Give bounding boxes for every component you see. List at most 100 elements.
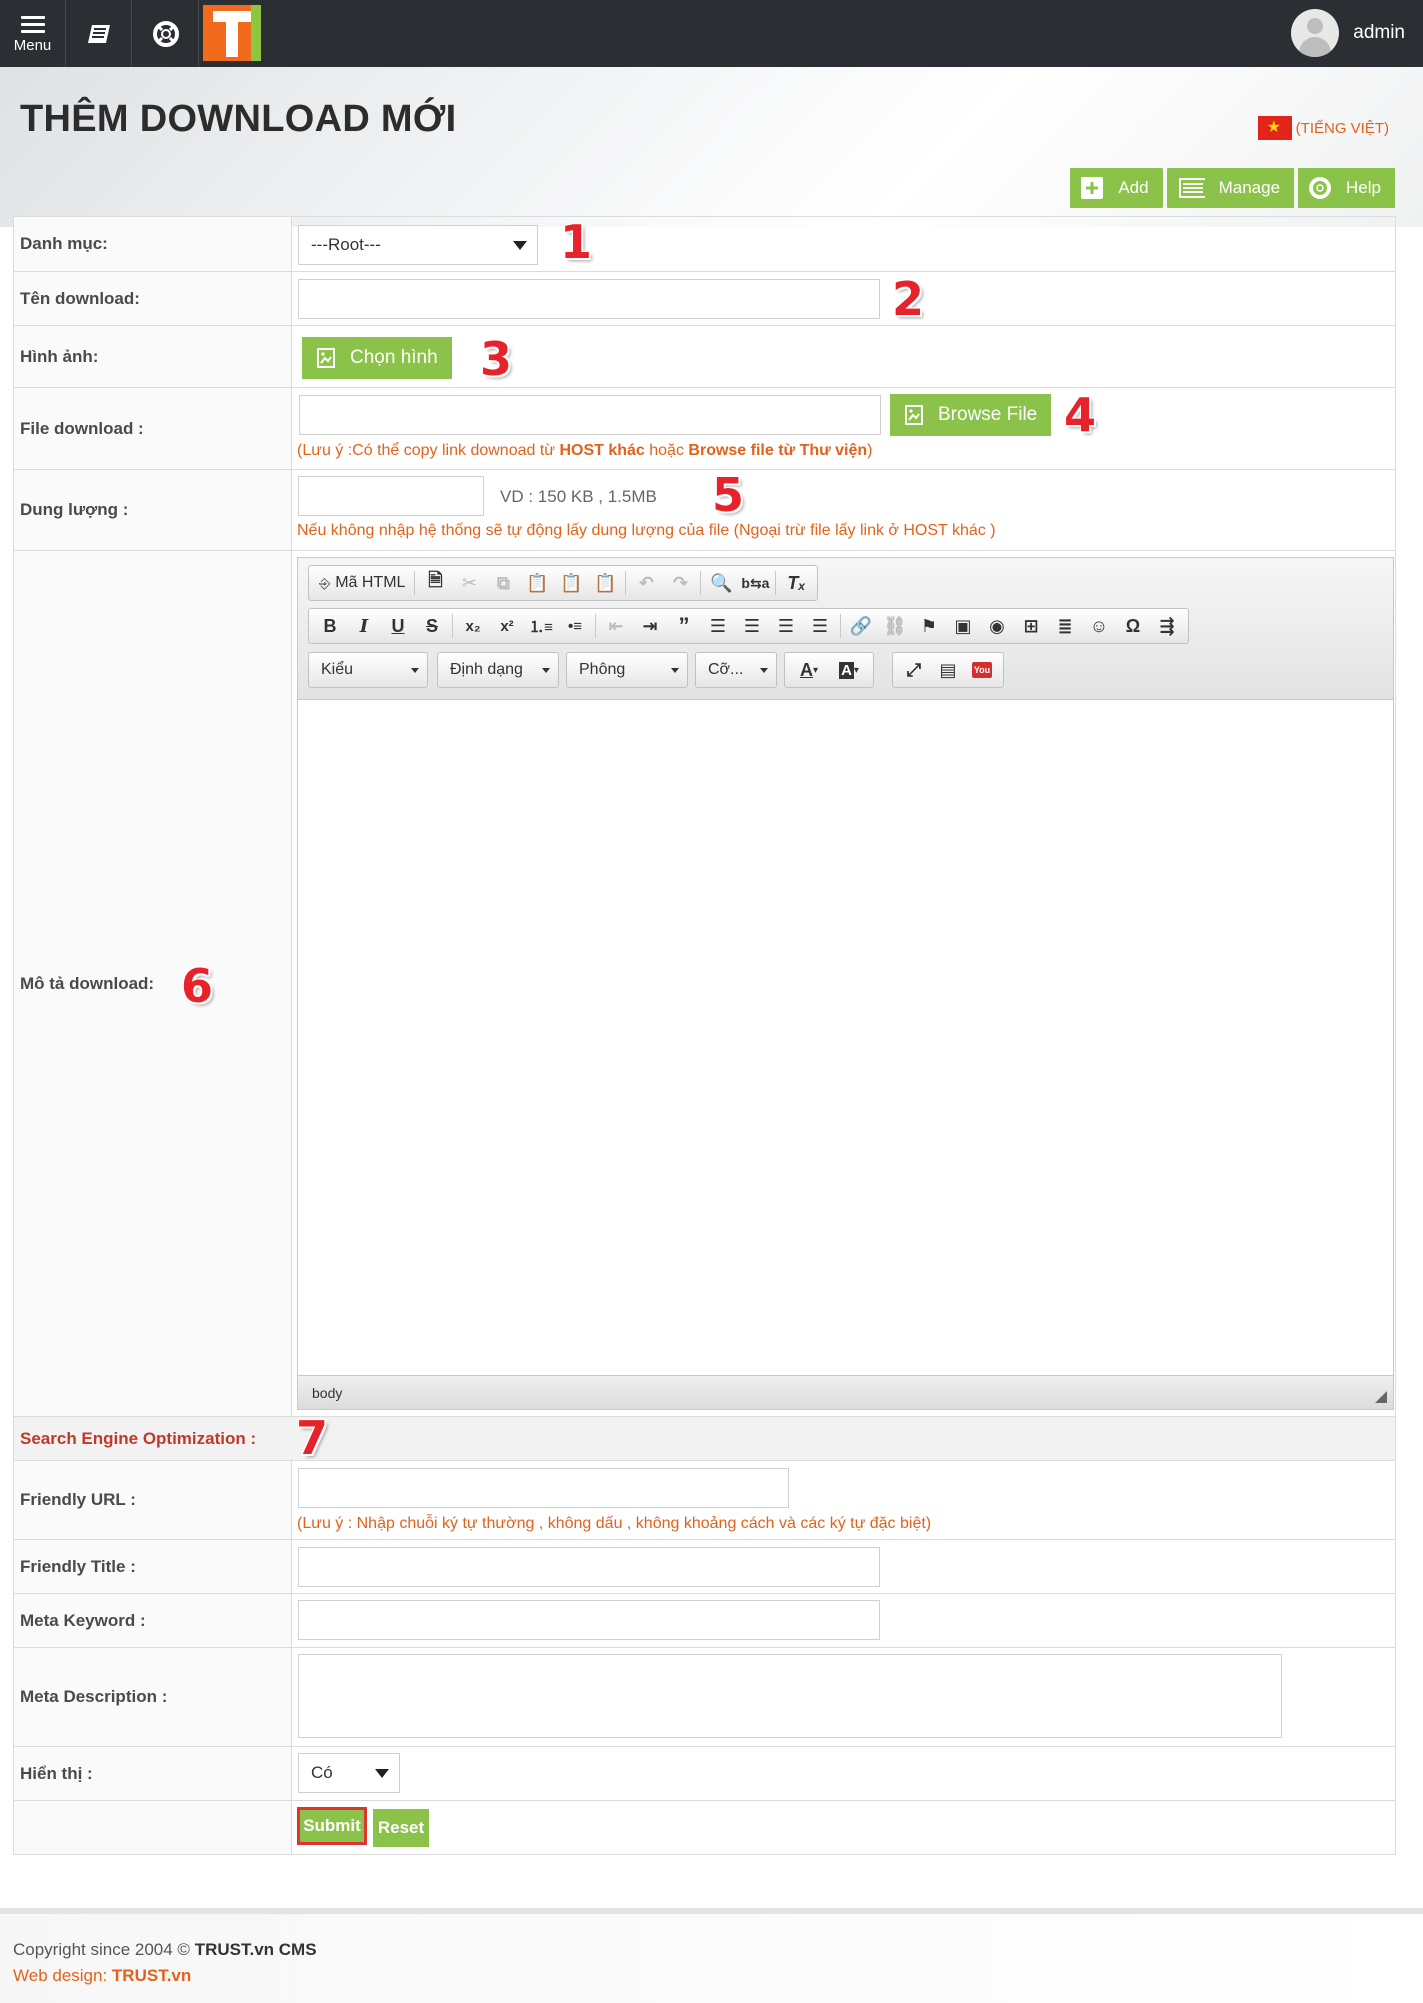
justify-button[interactable]: ☰ <box>803 611 837 641</box>
submit-button[interactable]: Submit <box>297 1807 367 1845</box>
toolbar-group-tools: ⤢ ▤ You <box>892 652 1004 688</box>
editor-toolbar: ⎆ Mã HTML 🗎 ✂ ⧉ 📋 📋 📋 ↶ ↷ 🔍 b⇆a Tₓ B I U… <box>298 558 1393 700</box>
friendly-title-input[interactable] <box>298 1547 880 1587</box>
flash-button[interactable]: ◉ <box>980 611 1014 641</box>
language-label: (TIẾNG VIỆT) <box>1295 119 1389 137</box>
paste-text-button[interactable]: 📋 <box>554 568 588 598</box>
show-blocks-button[interactable]: ▤ <box>931 655 965 685</box>
font-combo[interactable]: Phông <box>566 652 688 688</box>
image-insert-button[interactable]: ▣ <box>946 611 980 641</box>
table-button[interactable]: ⊞ <box>1014 611 1048 641</box>
undo-button[interactable]: ↶ <box>629 568 663 598</box>
row-description: Mô tả download: 6 ⎆Mã HTML 🗎 ✂ ⧉ 📋 📋 📋 <box>14 551 1395 1417</box>
web-design-link[interactable]: TRUST.vn <box>112 1966 191 1985</box>
editor-content-area[interactable] <box>298 701 1393 1376</box>
friendly-title-label: Friendly Title : <box>14 1540 292 1593</box>
link-button[interactable]: 🔗 <box>844 611 878 641</box>
text-color-button[interactable]: A ▾ <box>789 655 829 685</box>
clipboard-text-icon: 📋 <box>560 572 583 593</box>
flag-icon: ⚑ <box>920 615 938 636</box>
maximize-button[interactable]: ⤢ <box>897 655 931 685</box>
name-input[interactable] <box>298 279 880 319</box>
link-icon: 🔗 <box>849 615 873 636</box>
meta-description-textarea[interactable] <box>298 1654 1282 1738</box>
resize-handle-icon[interactable] <box>1375 1391 1387 1403</box>
trust-logo[interactable] <box>203 5 261 61</box>
replace-button[interactable]: b⇆a <box>738 568 772 598</box>
meta-keyword-input[interactable] <box>298 1600 880 1640</box>
help-top-button[interactable] <box>133 0 199 67</box>
marker-3: 3 <box>480 332 513 386</box>
category-select[interactable]: ---Root--- <box>298 225 538 265</box>
language-switch[interactable]: (TIẾNG VIỆT) <box>1257 116 1389 140</box>
omega-icon: Ω <box>1125 615 1141 636</box>
horizontal-rule-button[interactable]: ≣ <box>1048 611 1082 641</box>
strike-button[interactable]: S <box>415 611 449 641</box>
numbered-list-button[interactable]: ⒈≡ <box>524 611 558 641</box>
copy-button[interactable]: ⧉ <box>486 568 520 598</box>
font-size-combo[interactable]: Cỡ... <box>695 652 777 688</box>
smiley-icon: ☺ <box>1089 615 1109 636</box>
superscript-icon: x² <box>500 617 514 635</box>
name-label: Tên download: <box>14 272 292 325</box>
outdent-button[interactable]: ⇤ <box>599 611 633 641</box>
reset-button[interactable]: Reset <box>373 1809 429 1847</box>
align-right-button[interactable]: ☰ <box>769 611 803 641</box>
help-button[interactable]: Help <box>1298 168 1395 208</box>
element-path[interactable]: body <box>312 1385 342 1401</box>
indent-button[interactable]: ⇥ <box>633 611 667 641</box>
choose-image-button[interactable]: Chọn hình <box>302 337 452 379</box>
bold-button[interactable]: B <box>313 611 347 641</box>
plus-icon <box>1081 177 1104 199</box>
blockquote-button[interactable]: ” <box>667 611 701 641</box>
menu-button[interactable]: Menu <box>0 0 66 67</box>
youtube-button[interactable]: You <box>965 655 999 685</box>
download-form: Danh mục: ---Root--- 1 Tên download: 2 H… <box>13 216 1396 1855</box>
browse-file-button[interactable]: Browse File <box>890 394 1052 436</box>
find-button[interactable]: 🔍 <box>704 568 738 598</box>
italic-icon: I <box>359 615 369 637</box>
display-select[interactable]: Có <box>298 1753 400 1793</box>
subscript-button[interactable]: x₂ <box>456 611 490 641</box>
clipboard-icon: 📋 <box>526 572 549 593</box>
anchor-button[interactable]: ⚑ <box>912 611 946 641</box>
redo-button[interactable]: ↷ <box>663 568 697 598</box>
manage-button[interactable]: Manage <box>1166 168 1295 208</box>
format-combo[interactable]: Định dạng <box>437 652 559 688</box>
dropdown-arrow-icon <box>375 1769 389 1778</box>
unlink-button[interactable]: ⛓ <box>878 611 912 641</box>
size-example: VD : 150 KB , 1.5MB <box>500 487 657 506</box>
file-url-input[interactable] <box>299 395 881 435</box>
page-break-button[interactable]: ⇶ <box>1150 611 1184 641</box>
paste-button[interactable]: 📋 <box>520 568 554 598</box>
cut-button[interactable]: ✂ <box>452 568 486 598</box>
remove-format-button[interactable]: Tₓ <box>779 568 813 598</box>
style-combo[interactable]: Kiểu <box>308 652 428 688</box>
align-left-button[interactable]: ☰ <box>701 611 735 641</box>
superscript-button[interactable]: x² <box>490 611 524 641</box>
italic-button[interactable]: I <box>347 611 381 641</box>
top-bar: Menu admin <box>0 0 1423 67</box>
unlink-icon: ⛓ <box>883 615 907 636</box>
special-char-button[interactable]: Ω <box>1116 611 1150 641</box>
new-page-button[interactable]: 🗎 <box>418 568 452 598</box>
editor-status-bar: body <box>298 1375 1393 1409</box>
category-label: Danh mục: <box>14 217 292 271</box>
remove-format-icon: Tₓ <box>787 572 806 593</box>
user-menu[interactable]: admin <box>1291 9 1405 57</box>
subscript-icon: x₂ <box>465 617 481 635</box>
friendly-url-input[interactable] <box>298 1468 789 1508</box>
paste-word-button[interactable]: 📋 <box>588 568 622 598</box>
toolbar-group-colors: A ▾ A ▾ <box>784 652 874 688</box>
book-button[interactable] <box>66 0 132 67</box>
add-button[interactable]: Add <box>1070 168 1163 208</box>
align-center-button[interactable]: ☰ <box>735 611 769 641</box>
smiley-button[interactable]: ☺ <box>1082 611 1116 641</box>
bullet-list-button[interactable]: •≡ <box>558 611 592 641</box>
outdent-icon: ⇤ <box>608 615 624 636</box>
size-input[interactable] <box>298 476 484 516</box>
bg-color-button[interactable]: A ▾ <box>829 655 869 685</box>
underline-button[interactable]: U <box>381 611 415 641</box>
source-button[interactable]: ⎆ Mã HTML <box>313 568 411 598</box>
row-size: Dung lượng : VD : 150 KB , 1.5MB 5 Nếu k… <box>14 470 1395 551</box>
